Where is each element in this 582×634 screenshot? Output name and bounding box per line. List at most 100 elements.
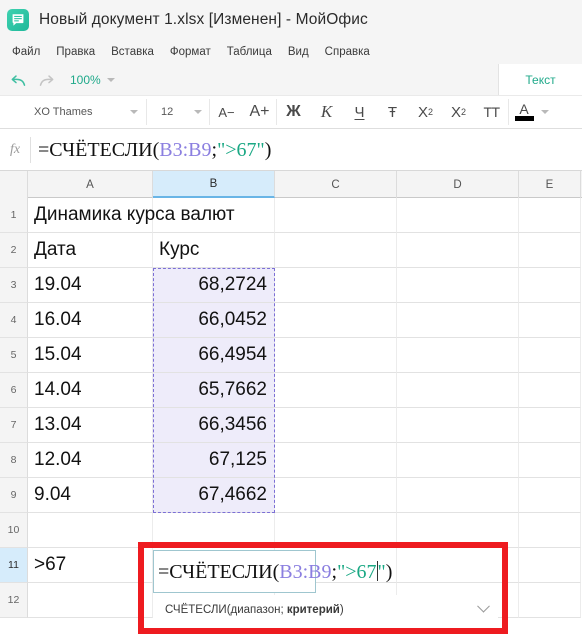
cell-a9[interactable]: 9.04 xyxy=(28,478,153,513)
cell-d3[interactable] xyxy=(397,268,519,303)
row-header-12[interactable]: 12 xyxy=(0,583,28,618)
cell-a12[interactable] xyxy=(28,583,153,618)
cell-e6[interactable] xyxy=(519,373,581,408)
cell-e7[interactable] xyxy=(519,408,581,443)
font-size-select[interactable]: 12 xyxy=(147,99,209,125)
cell-a6[interactable]: 14.04 xyxy=(28,373,153,408)
cell-c2[interactable] xyxy=(275,233,397,268)
italic-button[interactable]: К xyxy=(310,98,343,126)
column-header-c[interactable]: C xyxy=(275,171,397,198)
menu-item-edit[interactable]: Правка xyxy=(48,44,103,60)
cell-d1[interactable] xyxy=(397,198,519,233)
column-header-d[interactable]: D xyxy=(397,171,519,198)
formula-input[interactable]: =СЧЁТЕСЛИ(B3:B9;">67") xyxy=(31,140,271,160)
zoom-level-control[interactable]: 100% xyxy=(70,73,115,87)
cell-b8[interactable]: 67,125 xyxy=(153,443,275,478)
cell-b10[interactable] xyxy=(153,513,275,548)
cell-c9[interactable] xyxy=(275,478,397,513)
increase-font-size-button[interactable]: A+ xyxy=(243,98,276,126)
subscript-button[interactable]: X2 xyxy=(409,98,442,126)
font-color-button[interactable]: A xyxy=(509,98,539,126)
cell-e4[interactable] xyxy=(519,303,581,338)
cell-c3[interactable] xyxy=(275,268,397,303)
cell-d8[interactable] xyxy=(397,443,519,478)
cell-c1[interactable] xyxy=(275,198,397,233)
cell-a4[interactable]: 16.04 xyxy=(28,303,153,338)
chevron-down-icon[interactable] xyxy=(477,599,490,613)
cell-b7[interactable]: 66,3456 xyxy=(153,408,275,443)
cell-c10[interactable] xyxy=(275,513,397,548)
cell-c6[interactable] xyxy=(275,373,397,408)
cell-e5[interactable] xyxy=(519,338,581,373)
row-header-7[interactable]: 7 xyxy=(0,408,28,443)
menu-item-help[interactable]: Справка xyxy=(317,44,378,60)
redo-arrow-icon[interactable] xyxy=(32,67,60,93)
row-header-1[interactable]: 1 xyxy=(0,198,28,233)
row-header-4[interactable]: 4 xyxy=(0,303,28,338)
cell-d6[interactable] xyxy=(397,373,519,408)
cell-formula-editor[interactable]: =СЧЁТЕСЛИ(B3:B9;">67") xyxy=(153,550,392,593)
row-header-3[interactable]: 3 xyxy=(0,268,28,303)
column-header-e[interactable]: E xyxy=(519,171,581,198)
underline-button[interactable]: Ч xyxy=(343,98,376,126)
cell-c4[interactable] xyxy=(275,303,397,338)
cell-a2[interactable]: Дата xyxy=(28,233,153,268)
row-header-2[interactable]: 2 xyxy=(0,233,28,268)
row-header-8[interactable]: 8 xyxy=(0,443,28,478)
cell-e3[interactable] xyxy=(519,268,581,303)
fx-icon[interactable]: fx xyxy=(0,142,30,158)
cell-d4[interactable] xyxy=(397,303,519,338)
cell-b5[interactable]: 66,4954 xyxy=(153,338,275,373)
cell-d10[interactable] xyxy=(397,513,519,548)
cell-d5[interactable] xyxy=(397,338,519,373)
cell-e8[interactable] xyxy=(519,443,581,478)
strikethrough-button[interactable]: Ŧ xyxy=(376,98,409,126)
cell-b6[interactable]: 65,7662 xyxy=(153,373,275,408)
cell-a3[interactable]: 19.04 xyxy=(28,268,153,303)
cell-e10[interactable] xyxy=(519,513,581,548)
chevron-down-icon[interactable] xyxy=(541,110,549,114)
decrease-font-size-button[interactable]: A− xyxy=(210,98,243,126)
row-header-9[interactable]: 9 xyxy=(0,478,28,513)
menu-item-file[interactable]: Файл xyxy=(10,44,48,60)
column-header-a[interactable]: A xyxy=(28,171,153,198)
row-header-6[interactable]: 6 xyxy=(0,373,28,408)
row-header-5[interactable]: 5 xyxy=(0,338,28,373)
cell-b3[interactable]: 68,2724 xyxy=(153,268,275,303)
select-all-corner[interactable] xyxy=(0,171,28,198)
menu-item-insert[interactable]: Вставка xyxy=(103,44,162,60)
superscript-button[interactable]: X2 xyxy=(442,98,475,126)
cell-a1[interactable]: Динамика курса валют xyxy=(28,198,235,233)
cell-a7[interactable]: 13.04 xyxy=(28,408,153,443)
bold-button[interactable]: Ж xyxy=(277,98,310,126)
cell-c7[interactable] xyxy=(275,408,397,443)
cell-c5[interactable] xyxy=(275,338,397,373)
cell-a5[interactable]: 15.04 xyxy=(28,338,153,373)
cell-a10[interactable] xyxy=(28,513,153,548)
cell-d7[interactable] xyxy=(397,408,519,443)
cell-a11[interactable]: >67 xyxy=(28,548,153,583)
menu-item-format[interactable]: Формат xyxy=(162,44,219,60)
cell-b9[interactable]: 67,4662 xyxy=(153,478,275,513)
all-caps-button[interactable]: ТТ xyxy=(475,98,508,126)
cell-d2[interactable] xyxy=(397,233,519,268)
row-header-11[interactable]: 11 xyxy=(0,548,28,583)
cell-d9[interactable] xyxy=(397,478,519,513)
undo-arrow-icon[interactable] xyxy=(4,67,32,93)
cell-b2[interactable]: Курс xyxy=(153,233,275,268)
tab-text[interactable]: Текст xyxy=(525,73,555,87)
cell-d11[interactable] xyxy=(397,548,519,583)
row-header-10[interactable]: 10 xyxy=(0,513,28,548)
cell-a8[interactable]: 12.04 xyxy=(28,443,153,478)
cell-b4[interactable]: 66,0452 xyxy=(153,303,275,338)
cell-c8[interactable] xyxy=(275,443,397,478)
cell-e1[interactable] xyxy=(519,198,581,233)
font-family-select[interactable]: XO Thames xyxy=(0,99,146,125)
cell-e2[interactable] xyxy=(519,233,581,268)
cell-e11[interactable] xyxy=(519,548,581,583)
menu-item-view[interactable]: Вид xyxy=(280,44,317,60)
cell-e9[interactable] xyxy=(519,478,581,513)
column-header-b[interactable]: B xyxy=(153,171,275,198)
cell-e12[interactable] xyxy=(519,583,581,618)
menu-item-table[interactable]: Таблица xyxy=(219,44,280,60)
